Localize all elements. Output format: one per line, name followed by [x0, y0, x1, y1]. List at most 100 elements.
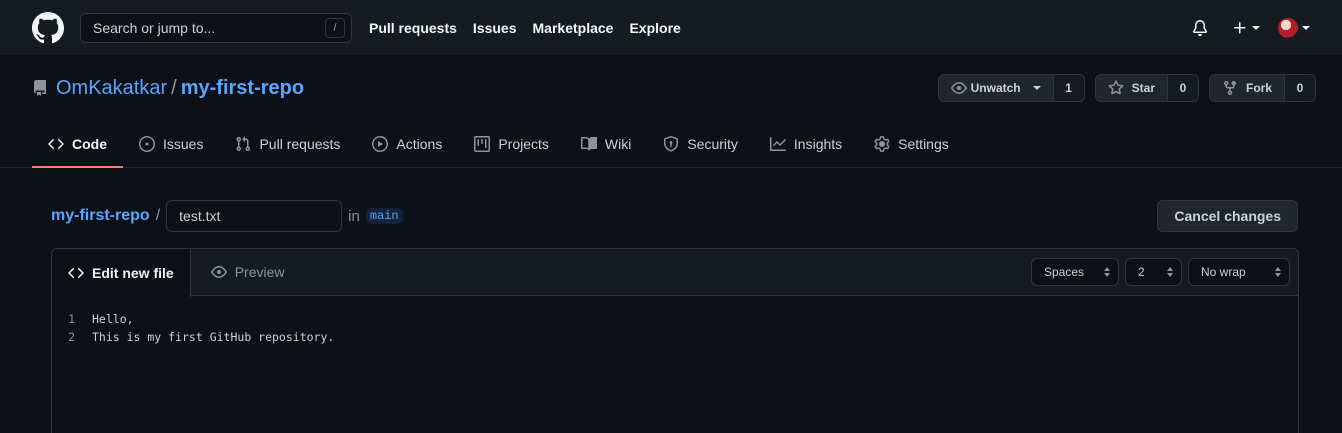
book-icon	[580, 136, 597, 151]
tab-projects-label: Projects	[498, 136, 549, 152]
tab-wiki[interactable]: Wiki	[565, 121, 647, 167]
star-count[interactable]: 0	[1167, 75, 1198, 101]
tab-edit-new-file[interactable]: Edit new file	[52, 249, 191, 297]
editor-header: Edit new file Preview Spaces 2 No wrap	[52, 249, 1298, 297]
tab-code[interactable]: Code	[32, 121, 123, 168]
unwatch-label: Unwatch	[970, 81, 1021, 95]
tab-preview[interactable]: Preview	[191, 249, 301, 295]
github-logo-icon[interactable]	[32, 11, 64, 44]
chevron-down-icon	[1032, 86, 1041, 90]
cancel-changes-button[interactable]: Cancel changes	[1157, 200, 1298, 232]
tab-code-label: Code	[72, 136, 107, 152]
repo-title-separator: /	[171, 76, 177, 99]
tab-edit-label: Edit new file	[92, 265, 174, 281]
line-number: 1	[68, 312, 75, 326]
graph-icon	[769, 137, 786, 151]
tab-projects[interactable]: Projects	[458, 121, 565, 167]
code-line: 2 This is my first GitHub repository.	[52, 328, 1298, 346]
chevron-down-icon	[1252, 25, 1260, 30]
star-icon	[1108, 80, 1124, 95]
avatar-dropdown-button[interactable]	[1278, 17, 1310, 38]
gear-icon	[874, 136, 890, 152]
breadcrumb-repo-link[interactable]: my-first-repo	[51, 207, 150, 225]
tab-issues[interactable]: Issues	[123, 121, 219, 167]
search-input[interactable]	[93, 19, 313, 36]
code-icon	[48, 138, 64, 150]
fork-button[interactable]: Fork	[1209, 75, 1285, 101]
code-icon	[68, 267, 84, 279]
editor-options: Spaces 2 No wrap	[1031, 249, 1298, 295]
header-right	[1192, 17, 1310, 38]
select-arrows-icon	[1104, 267, 1110, 277]
shield-icon	[664, 136, 679, 152]
repo-owner-link[interactable]: OmKakatkar	[56, 77, 167, 99]
repo-title: OmKakatkar / my-first-repo	[56, 77, 304, 100]
plus-dropdown-button[interactable]	[1232, 20, 1260, 36]
nav-pull-requests[interactable]: Pull requests	[369, 20, 457, 36]
eye-icon	[950, 82, 967, 94]
repo-title-row: OmKakatkar / my-first-repo Unwatch 1 Star …	[0, 55, 1342, 121]
tab-insights[interactable]: Insights	[754, 121, 858, 167]
tab-pull-requests[interactable]: Pull requests	[219, 121, 356, 167]
line-text: Hello,	[92, 312, 134, 326]
plus-icon	[1234, 21, 1246, 33]
repo-icon	[32, 80, 48, 96]
tab-settings[interactable]: Settings	[858, 121, 965, 167]
fork-label: Fork	[1245, 81, 1272, 95]
nav-issues[interactable]: Issues	[473, 20, 517, 36]
indent-mode-value: Spaces	[1044, 265, 1085, 279]
wrap-mode-select[interactable]: No wrap	[1188, 258, 1290, 286]
tab-security-label: Security	[687, 136, 738, 152]
code-line: 1 Hello,	[52, 310, 1298, 328]
repo-header: OmKakatkar / my-first-repo Unwatch 1 Star …	[0, 55, 1342, 168]
file-path-row: my-first-repo / in main Cancel changes	[0, 200, 1342, 232]
project-icon	[474, 136, 491, 152]
search-box: /	[80, 12, 352, 43]
in-label: in	[348, 207, 360, 225]
tab-security[interactable]: Security	[647, 121, 754, 167]
top-header: / Pull requests Issues Marketplace Explo…	[0, 0, 1342, 55]
tab-settings-label: Settings	[898, 136, 949, 152]
tab-issues-label: Issues	[163, 136, 204, 152]
breadcrumb-separator: /	[155, 207, 161, 224]
eye-icon	[210, 266, 227, 278]
top-nav: Pull requests Issues Marketplace Explore	[369, 20, 681, 36]
indent-mode-select[interactable]: Spaces	[1031, 258, 1119, 286]
nav-marketplace[interactable]: Marketplace	[533, 20, 614, 36]
wrap-mode-value: No wrap	[1201, 265, 1246, 279]
tab-actions[interactable]: Actions	[356, 121, 458, 167]
tab-preview-label: Preview	[234, 264, 285, 280]
avatar	[1278, 17, 1298, 38]
indent-size-value: 2	[1138, 265, 1145, 279]
file-editor: Edit new file Preview Spaces 2 No wrap 1…	[51, 248, 1299, 433]
tab-wiki-label: Wiki	[604, 136, 632, 152]
repo-tabs: Code Issues Pull requests Actions Projec…	[0, 121, 1342, 168]
star-button-group: Star 0	[1094, 74, 1199, 102]
star-button[interactable]: Star	[1095, 75, 1168, 101]
watch-button-group: Unwatch 1	[937, 74, 1085, 102]
watch-count[interactable]: 1	[1053, 75, 1084, 101]
slash-shortcut-key: /	[325, 17, 345, 38]
pull-request-icon	[236, 136, 251, 152]
play-icon	[372, 136, 389, 152]
unwatch-button[interactable]: Unwatch	[938, 75, 1054, 101]
tab-actions-label: Actions	[396, 136, 443, 152]
tab-insights-label: Insights	[793, 136, 843, 152]
fork-icon	[1223, 81, 1236, 96]
filename-input[interactable]	[166, 200, 343, 232]
branch-badge: main	[365, 208, 403, 224]
select-arrows-icon	[1275, 267, 1281, 277]
nav-explore[interactable]: Explore	[629, 20, 680, 36]
select-arrows-icon	[1167, 267, 1173, 277]
code-area[interactable]: 1 Hello, 2 This is my first GitHub repos…	[52, 296, 1298, 346]
repo-name-link[interactable]: my-first-repo	[181, 77, 304, 99]
fork-count[interactable]: 0	[1285, 75, 1315, 101]
chevron-down-icon	[1302, 25, 1310, 30]
star-label: Star	[1131, 81, 1155, 95]
bell-icon[interactable]	[1192, 19, 1208, 36]
repo-actions: Unwatch 1 Star 0 Fork 0	[937, 74, 1316, 102]
line-text: This is my first GitHub repository.	[92, 330, 335, 344]
indent-size-select[interactable]: 2	[1125, 258, 1182, 286]
line-number: 2	[68, 330, 75, 344]
fork-button-group: Fork 0	[1208, 74, 1316, 102]
